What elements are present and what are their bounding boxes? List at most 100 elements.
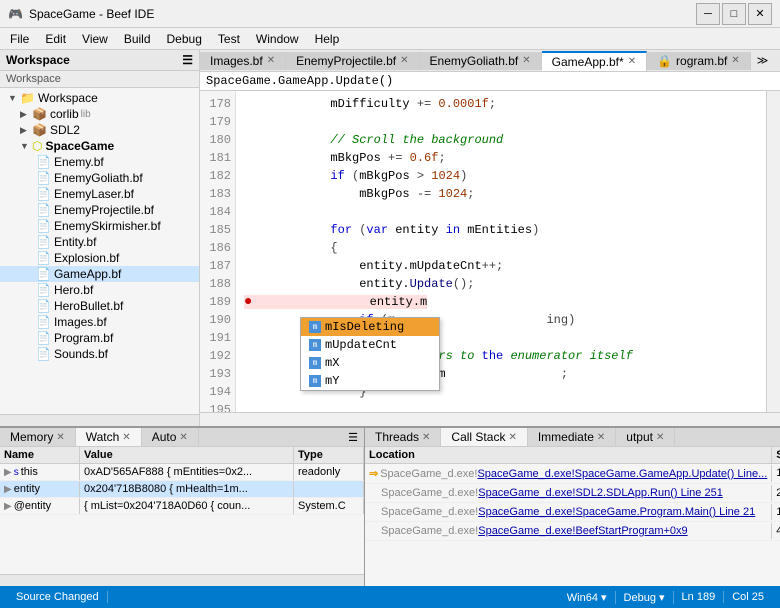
maximize-button[interactable]: □ [722, 3, 746, 25]
watch-row-1[interactable]: ▶ entity 0x204'718B8080 { mHealth=1m... [0, 481, 364, 498]
file-entity[interactable]: 📄 Entity.bf [0, 234, 199, 250]
watch-tab-close[interactable]: ✕ [122, 432, 130, 443]
cs-row-2[interactable]: SpaceGame_d.exe!SpaceGame_d.exe!SpaceGam… [365, 503, 780, 522]
tab-threads[interactable]: Threads ✕ [365, 428, 441, 446]
editor-horizontal-scrollbar[interactable] [200, 412, 780, 426]
file-icon-2: 📄 [36, 187, 51, 201]
file-explosion[interactable]: 📄 Explosion.bf [0, 250, 199, 266]
immediate-tab-close[interactable]: ✕ [597, 432, 605, 443]
tab-close-2[interactable]: ✕ [522, 55, 530, 66]
tab-images[interactable]: Images.bf ✕ [200, 52, 286, 70]
file-icon-11: 📄 [36, 331, 51, 345]
cs-header: Location Stack [365, 447, 780, 464]
titlebar: 🎮 SpaceGame - Beef IDE ─ □ ✕ [0, 0, 780, 28]
file-sounds[interactable]: 📄 Sounds.bf [0, 346, 199, 362]
watch-row-0[interactable]: ▶ s this 0xAD'565AF888 { mEntities=0x2..… [0, 464, 364, 481]
output-tab-close[interactable]: ✕ [656, 432, 664, 443]
watch-val-1: 0x204'718B8080 { mHealth=1m... [80, 481, 294, 497]
editor-vertical-scrollbar[interactable] [766, 91, 780, 412]
sidebar-scrollbar[interactable] [0, 414, 199, 426]
ac-item-1[interactable]: m mUpdateCnt [301, 336, 439, 354]
tree-spacegame[interactable]: ▼ ⬡ SpaceGame [0, 138, 199, 154]
tab-overflow-icon: 🔒 [657, 54, 672, 68]
menu-file[interactable]: File [2, 30, 37, 48]
code-container[interactable]: 178 179 180 181 182 183 184 185 186 187 … [200, 91, 780, 412]
tab-close-3[interactable]: ✕ [628, 56, 636, 67]
file-images[interactable]: 📄 Images.bf [0, 314, 199, 330]
menu-view[interactable]: View [74, 30, 116, 48]
close-button[interactable]: ✕ [748, 3, 772, 25]
file-enemyskirmisher[interactable]: 📄 EnemySkirmisher.bf [0, 218, 199, 234]
spacegame-icon: ⬡ [32, 139, 42, 153]
tab-memory[interactable]: Memory ✕ [0, 428, 76, 446]
file-icon-0: 📄 [36, 155, 51, 169]
file-hero[interactable]: 📄 Hero.bf [0, 282, 199, 298]
tree-sdl2[interactable]: ▶ 📦 SDL2 [0, 122, 199, 138]
watch-header: Name Value Type [0, 447, 364, 464]
watch-val-0: 0xAD'565AF888 { mEntities=0x2... [80, 464, 294, 480]
file-herobullet[interactable]: 📄 HeroBullet.bf [0, 298, 199, 314]
tab-callstack[interactable]: Call Stack ✕ [441, 428, 527, 446]
tab-overflow-button[interactable]: ≫ [751, 52, 775, 69]
watch-type-0: readonly [294, 464, 364, 480]
cs-row-3[interactable]: SpaceGame_d.exe!SpaceGame_d.exe!BeefStar… [365, 522, 780, 541]
callstack-tab-close[interactable]: ✕ [508, 432, 516, 443]
cs-row-0[interactable]: ⇒ SpaceGame_d.exe!SpaceGame_d.exe!SpaceG… [365, 464, 780, 484]
tab-bar: Images.bf ✕ EnemyProjectile.bf ✕ EnemyGo… [200, 50, 780, 72]
watch-name-1: ▶ entity [0, 481, 80, 497]
bottom-panel: Memory ✕ Watch ✕ Auto ✕ ☰ Name [0, 426, 780, 586]
watch-row-2[interactable]: ▶ @entity { mList=0x204'718A0D60 { coun.… [0, 498, 364, 515]
cs-stack-1: 224 [772, 485, 780, 501]
tree-corlib[interactable]: ▶ 📦 corlib lib [0, 106, 199, 122]
ac-item-3[interactable]: m mY [301, 372, 439, 390]
tab-enemygoliath[interactable]: EnemyGoliath.bf ✕ [420, 52, 542, 70]
left-panel-overflow[interactable]: ☰ [342, 429, 364, 446]
watch-name-0: ▶ s this [0, 464, 80, 480]
tab-immediate[interactable]: Immediate ✕ [528, 428, 616, 446]
cs-loc-1: SpaceGame_d.exe!SpaceGame_d.exe!SDL2.SDL… [365, 485, 772, 501]
tab-enemyprojectile[interactable]: EnemyProjectile.bf ✕ [286, 52, 419, 70]
ac-item-0[interactable]: m mIsDeleting [301, 318, 439, 336]
sidebar-subheader: Workspace [0, 71, 199, 88]
menu-help[interactable]: Help [307, 30, 348, 48]
cs-col-location: Location [365, 447, 772, 463]
ac-icon-3: m [309, 375, 321, 387]
menu-debug[interactable]: Debug [159, 30, 210, 48]
sidebar-menu-icon[interactable]: ☰ [182, 53, 193, 67]
file-icon-5: 📄 [36, 235, 51, 249]
cs-row-1[interactable]: SpaceGame_d.exe!SpaceGame_d.exe!SDL2.SDL… [365, 484, 780, 503]
cs-loc-2: SpaceGame_d.exe!SpaceGame_d.exe!SpaceGam… [365, 504, 772, 520]
titlebar-title: SpaceGame - Beef IDE [29, 7, 154, 21]
tab-auto[interactable]: Auto ✕ [142, 428, 199, 446]
address-text: SpaceGame.GameApp.Update() [206, 74, 393, 88]
file-enemyprojectile[interactable]: 📄 EnemyProjectile.bf [0, 202, 199, 218]
tab-close-0[interactable]: ✕ [267, 55, 275, 66]
file-icon-8: 📄 [36, 283, 51, 297]
tab-program[interactable]: 🔒 rogram.bf ✕ [647, 52, 751, 70]
tab-output[interactable]: utput ✕ [616, 428, 675, 446]
left-panel-scrollbar[interactable] [0, 574, 364, 586]
threads-tab-close[interactable]: ✕ [422, 432, 430, 443]
menu-test[interactable]: Test [210, 30, 248, 48]
file-enemygoliath[interactable]: 📄 EnemyGoliath.bf [0, 170, 199, 186]
menu-build[interactable]: Build [116, 30, 159, 48]
file-gameapp[interactable]: 📄 GameApp.bf [0, 266, 199, 282]
tab-close-1[interactable]: ✕ [400, 55, 408, 66]
tab-watch[interactable]: Watch ✕ [76, 428, 142, 446]
file-icon-1: 📄 [36, 171, 51, 185]
tab-close-4[interactable]: ✕ [731, 55, 739, 66]
file-enemy[interactable]: 📄 Enemy.bf [0, 154, 199, 170]
tab-gameapp[interactable]: GameApp.bf* ✕ [542, 51, 647, 71]
memory-tab-close[interactable]: ✕ [56, 432, 64, 443]
status-line: Ln 189 [674, 591, 725, 603]
tree-workspace[interactable]: ▼ 📁 Workspace [0, 90, 199, 106]
right-panel-tabs: Threads ✕ Call Stack ✕ Immediate ✕ utput… [365, 428, 780, 447]
auto-tab-close[interactable]: ✕ [179, 432, 187, 443]
file-program[interactable]: 📄 Program.bf [0, 330, 199, 346]
menu-edit[interactable]: Edit [37, 30, 74, 48]
minimize-button[interactable]: ─ [696, 3, 720, 25]
file-enemylaser[interactable]: 📄 EnemyLaser.bf [0, 186, 199, 202]
watch-val-2: { mList=0x204'718A0D60 { coun... [80, 498, 294, 514]
ac-item-2[interactable]: m mX [301, 354, 439, 372]
menu-window[interactable]: Window [248, 30, 307, 48]
